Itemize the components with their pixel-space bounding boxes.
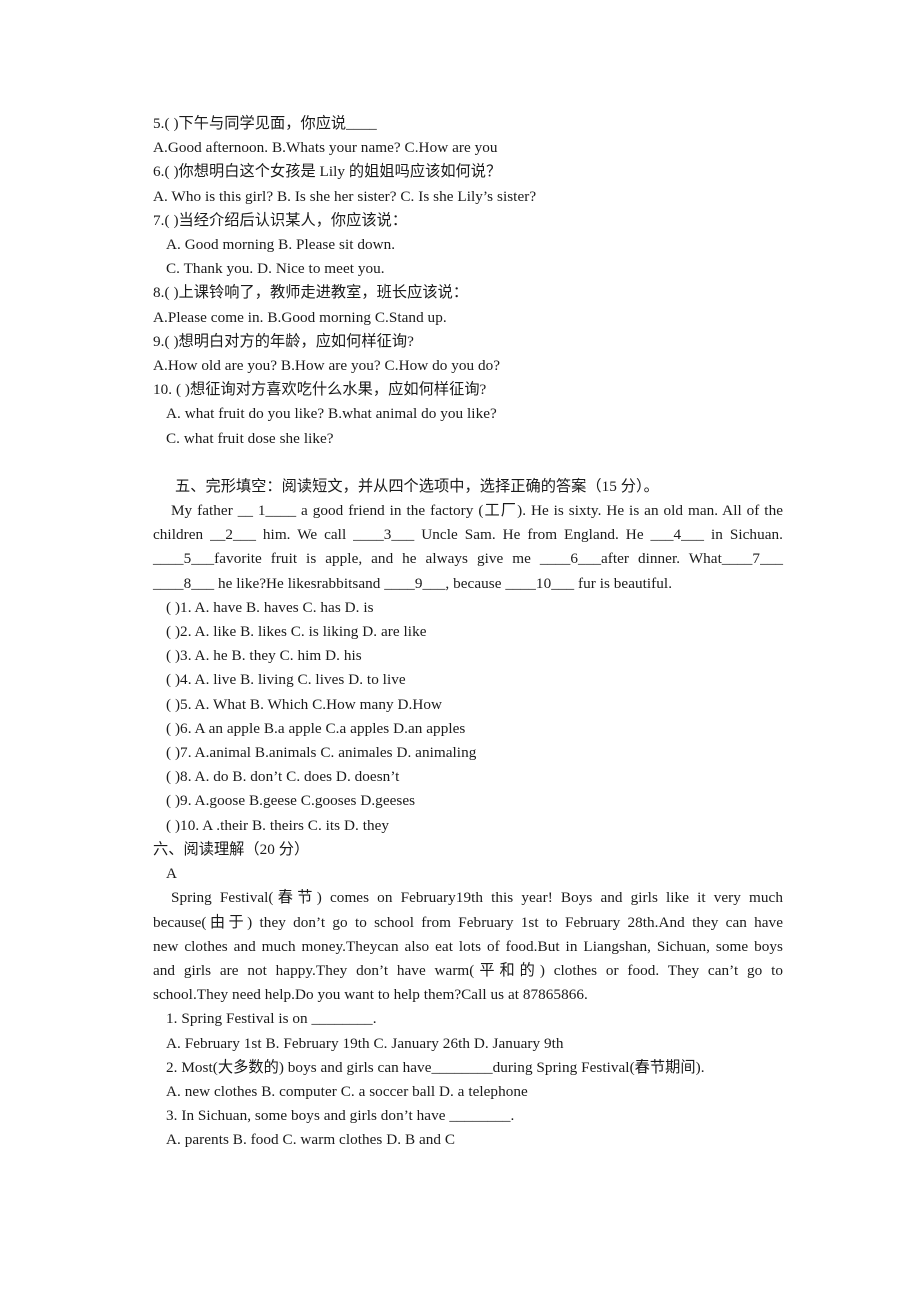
cloze-option-line: ( )8. A. do B. don’t C. does D. doesn’t [166, 768, 400, 786]
question-item: 5.( )下午与同学见面，你应说____ [153, 115, 377, 132]
reading-passage-line: school.They need help.Do you want to hel… [153, 986, 588, 1004]
cloze-option-line: ( )7. A.animal B.animals C. animales D. … [166, 744, 477, 762]
reading-passage-line: and girls are not happy.They don’t have … [153, 961, 783, 979]
question-options: C. Thank you. D. Nice to meet you. [166, 260, 385, 278]
reading-passage-line: Spring Festival(春节) comes on February19t… [171, 889, 783, 907]
question-item: 9.( )想明白对方的年龄，应如何样征询? [153, 332, 414, 350]
question-options: A. Who is this girl? B. Is she her siste… [153, 187, 537, 205]
reading-options: A. parents B. food C. warm clothes D. B … [166, 1131, 456, 1149]
question-item: 10. ( )想征询对方喜欢吃什么水果，应如何样征询? [153, 381, 487, 399]
passage-label: A [166, 865, 178, 883]
question-item: 8.( )上课铃响了，教师走进教室，班长应该说： [153, 284, 469, 302]
cloze-option-line: ( )9. A.goose B.geese C.gooses D.geeses [166, 792, 416, 810]
part-four-block: 5.( )下午与同学见面，你应说____ A.Good afternoon. B… [153, 112, 783, 451]
question-item: 7.( )当经介绍后认识某人，你应该说： [153, 211, 408, 229]
page-content: 5.( )下午与同学见面，你应说____ A.Good afternoon. B… [153, 112, 783, 1153]
cloze-option-line: ( )5. A. What B. Which C.How many D.How [166, 695, 442, 713]
reading-passage-line: new clothes and much money.Theycan also … [153, 937, 783, 955]
cloze-passage-line: children __2___ him. We call ____3___ Un… [153, 526, 783, 544]
cloze-option-line: ( )10. A .their B. theirs C. its D. they [166, 816, 390, 834]
cloze-passage-line: ____5___favorite fruit is apple, and he … [153, 550, 783, 568]
question-options: A. Good morning B. Please sit down. [166, 236, 396, 254]
reading-passage-line: because(由于) they don’t go to school from… [153, 913, 783, 931]
cloze-option-line: ( )4. A. live B. living C. lives D. to l… [166, 671, 406, 689]
section-five-heading: 五、完形填空：阅读短文，并从四个选项中，选择正确的答案（15 分）。 [175, 477, 659, 495]
question-options: A.Please come in. B.Good morning C.Stand… [153, 308, 447, 326]
cloze-passage-line: My father __ 1____ a good friend in the … [171, 502, 783, 520]
cloze-option-line: ( )6. A an apple B.a apple C.a apples D.… [166, 719, 466, 737]
reading-options: A. February 1st B. February 19th C. Janu… [166, 1034, 564, 1052]
question-options: C. what fruit dose she like? [166, 429, 334, 447]
reading-question: 3. In Sichuan, some boys and girls don’t… [166, 1107, 515, 1125]
reading-options: A. new clothes B. computer C. a soccer b… [166, 1082, 528, 1100]
section-six-heading: 六、阅读理解（20 分） [153, 840, 310, 858]
cloze-option-line: ( )2. A. like B. likes C. is liking D. a… [166, 623, 427, 641]
cloze-option-line: ( )1. A. have B. haves C. has D. is [166, 598, 374, 616]
reading-question: 2. Most(大多数的) boys and girls can have___… [166, 1058, 705, 1076]
cloze-passage-line: ____8___ he like?He likesrabbitsand ____… [153, 574, 673, 592]
reading-question: 1. Spring Festival is on ________. [166, 1010, 377, 1028]
exam-page: 5.( )下午与同学见面，你应说____ A.Good afternoon. B… [0, 0, 920, 1302]
section-five-block: 五、完形填空：阅读短文，并从四个选项中，选择正确的答案（15 分）。 My fa… [153, 475, 783, 838]
question-options: A.Good afternoon. B.Whats your name? C.H… [153, 139, 498, 157]
question-item: 6.( )你想明白这个女孩是 Lily 的姐姐吗应该如何说？ [153, 163, 502, 181]
section-six-block: 六、阅读理解（20 分） A Spring Festival(春节) comes… [153, 838, 783, 1153]
cloze-option-line: ( )3. A. he B. they C. him D. his [166, 647, 362, 665]
question-options: A. what fruit do you like? B.what animal… [166, 405, 497, 423]
question-options: A.How old are you? B.How are you? C.How … [153, 357, 501, 375]
